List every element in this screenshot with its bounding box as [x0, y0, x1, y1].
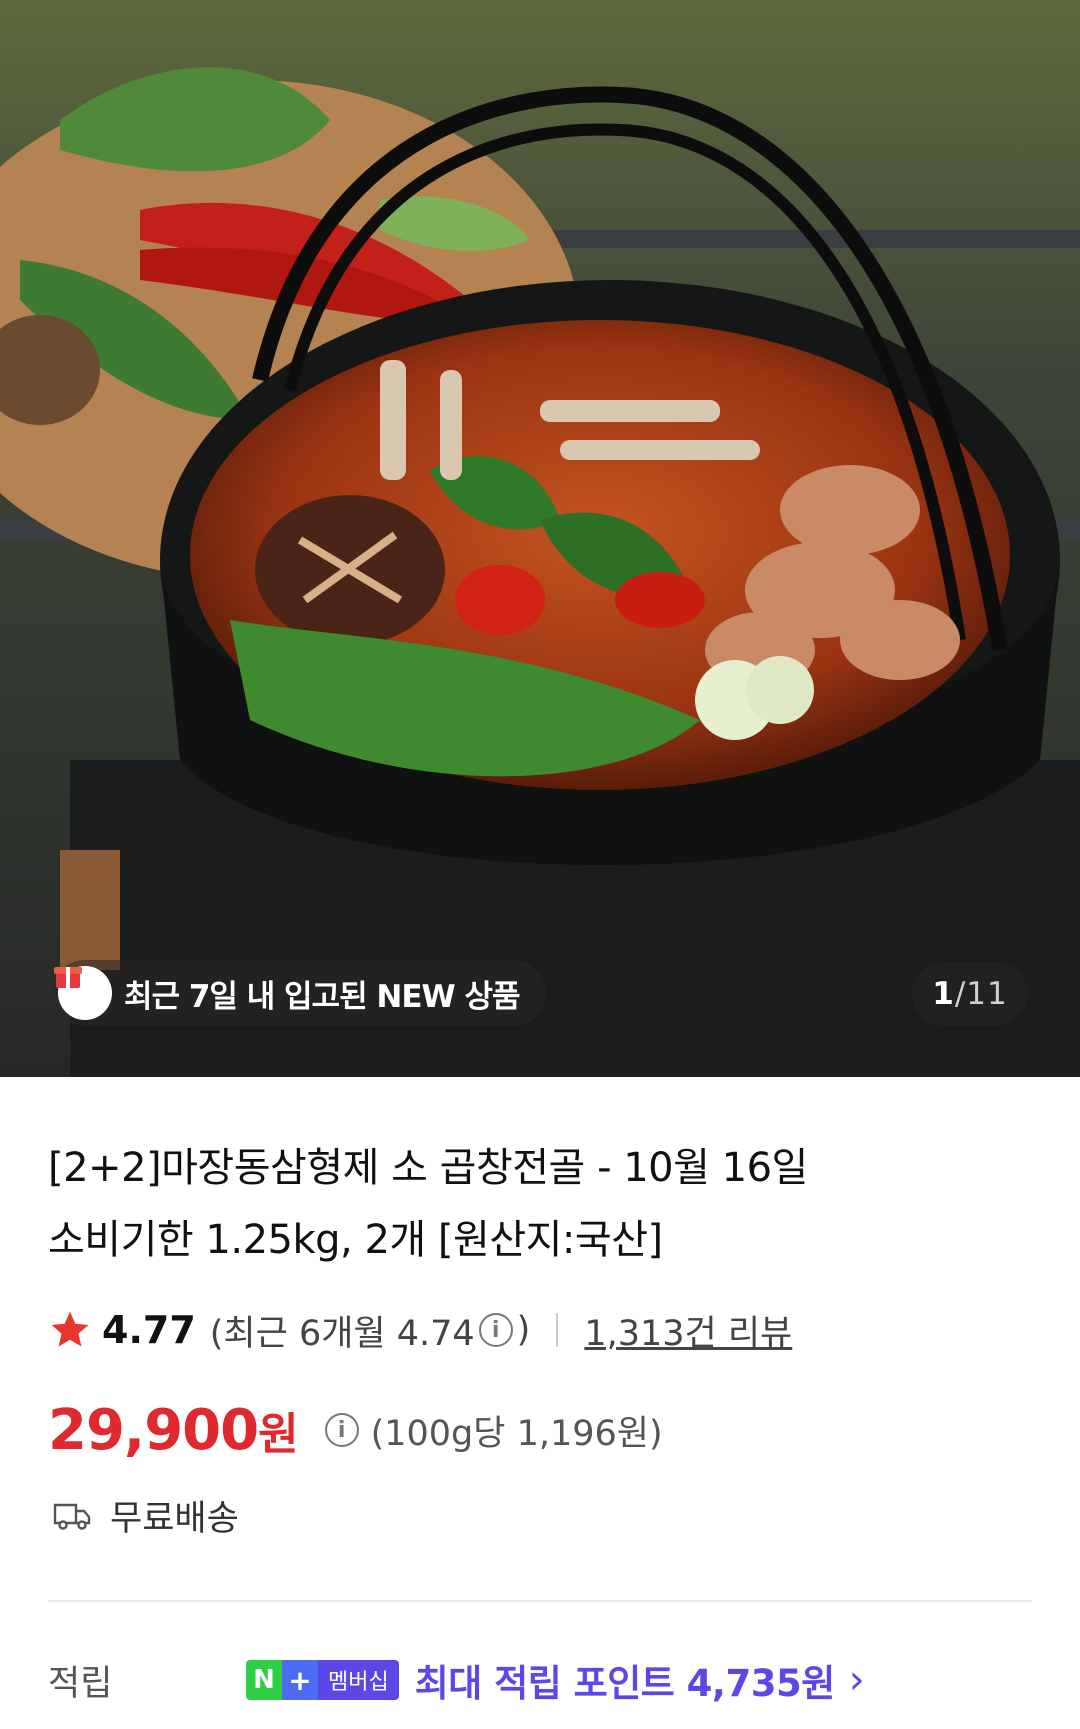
- gift-box-icon: [54, 966, 112, 1020]
- new-arrival-badge: 최근 7일 내 입고된 NEW 상품: [52, 960, 546, 1026]
- unit-price: (100g당 1,196원): [370, 1413, 663, 1454]
- review-count-link[interactable]: 1,313건 리뷰: [584, 1305, 792, 1356]
- product-image-carousel[interactable]: 최근 7일 내 입고된 NEW 상품 1 / 11: [0, 0, 1080, 1077]
- image-counter-current: 1: [932, 976, 955, 1012]
- sale-price: 29,900: [48, 1397, 259, 1463]
- image-counter-total: 11: [966, 976, 1008, 1012]
- price-currency: 원: [258, 1409, 299, 1460]
- points-row[interactable]: 적립 N + 멤버십 최대 적립 포인트 4,735원 ›: [48, 1650, 1048, 1710]
- product-photo: [0, 0, 1080, 1077]
- chevron-right-icon[interactable]: ›: [849, 1657, 865, 1703]
- info-icon[interactable]: i: [478, 1313, 513, 1347]
- points-label: 적립: [48, 1663, 113, 1704]
- shipping-row: 무료배송: [52, 1485, 239, 1545]
- price-info-icon[interactable]: i: [324, 1413, 359, 1447]
- shipping-text: 무료배송: [110, 1498, 239, 1539]
- recent-rating: (최근 6개월 4.74: [209, 1313, 475, 1354]
- section-divider: [48, 1600, 1032, 1602]
- rating-row: 4.77 (최근 6개월 4.74 i ) 1,313건 리뷰: [48, 1300, 792, 1360]
- price-row: 29,900 원 i (100g당 1,196원): [48, 1390, 663, 1470]
- product-title-line-1: [2+2]마장동삼형제 소 곱창전골 - 10월 16일: [48, 1145, 808, 1191]
- image-counter-separator: /: [954, 976, 967, 1012]
- star-icon: [51, 1311, 89, 1347]
- new-arrival-text: 최근 7일 내 입고된 NEW 상품: [124, 978, 521, 1015]
- product-title: [2+2]마장동삼형제 소 곱창전골 - 10월 16일 소비기한 1.25kg…: [48, 1132, 1038, 1276]
- product-title-line-2: 소비기한 1.25kg, 2개 [원산지:국산]: [48, 1217, 663, 1263]
- max-points-text[interactable]: 최대 적립 포인트 4,735원: [415, 1653, 836, 1707]
- delivery-truck-icon: [53, 1503, 91, 1530]
- rating-score: 4.77: [102, 1308, 196, 1352]
- naver-n-icon: N: [246, 1660, 282, 1700]
- recent-rating-close: ): [516, 1310, 531, 1350]
- divider: [556, 1313, 559, 1347]
- plus-icon: +: [282, 1660, 318, 1700]
- membership-label: 멤버십: [318, 1660, 399, 1700]
- image-counter: 1 / 11: [912, 962, 1028, 1026]
- naver-plus-membership-badge: N + 멤버십: [246, 1660, 399, 1700]
